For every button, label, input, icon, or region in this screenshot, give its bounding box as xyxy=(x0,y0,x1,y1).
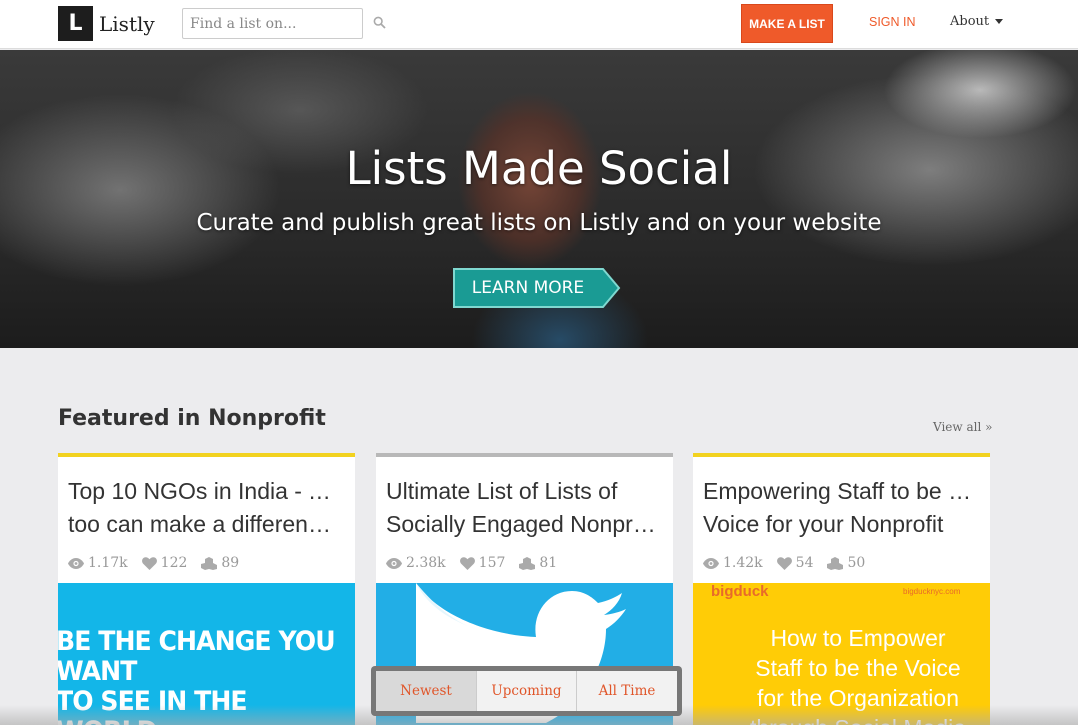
items-count: 89 xyxy=(221,555,240,571)
tab-all-time[interactable]: All Time xyxy=(577,671,677,711)
likes-count: 122 xyxy=(160,555,188,571)
views-count: 1.17k xyxy=(88,555,128,571)
hero-banner: Lists Made Social Curate and publish gre… xyxy=(0,50,1078,348)
search-input[interactable] xyxy=(182,8,363,39)
cubes-icon xyxy=(519,556,536,570)
bigduck-logo: bigduck xyxy=(711,583,769,600)
image-caption: How to Empower Staff to be the Voice for… xyxy=(743,623,973,725)
make-a-list-button[interactable]: MAKE A LIST xyxy=(741,4,833,43)
learn-more-button[interactable]: LEARN MORE xyxy=(453,268,621,308)
logo-mark: L xyxy=(58,6,93,41)
chevron-down-icon xyxy=(995,19,1004,24)
tab-newest[interactable]: Newest xyxy=(376,671,477,711)
hero-subtitle: Curate and publish great lists on Listly… xyxy=(196,210,882,236)
list-card[interactable]: Empowering Staff to be the Voice for you… xyxy=(693,453,990,725)
card-title-line: Top 10 NGOs in India - You xyxy=(68,478,338,504)
items-stat: 81 xyxy=(519,555,557,571)
image-caption-line: How to Empower xyxy=(770,625,946,651)
top-navbar: L Listly MAKE A LIST SIGN IN About xyxy=(0,0,1078,49)
search-icon[interactable] xyxy=(373,16,386,29)
sign-in-link[interactable]: SIGN IN xyxy=(869,15,916,29)
listly-logo[interactable]: L Listly xyxy=(58,6,155,41)
card-title-line: Empowering Staff to be the xyxy=(703,478,973,504)
views-stat: 1.17k xyxy=(68,555,128,571)
card-stats: 2.38k 157 81 xyxy=(386,555,571,571)
logo-text: Listly xyxy=(99,11,155,36)
image-caption-line: for the Organization xyxy=(756,685,959,711)
section-title: Featured in Nonprofit xyxy=(58,406,326,431)
hero-title: Lists Made Social xyxy=(345,142,733,195)
views-count: 2.38k xyxy=(406,555,446,571)
image-quote: BE THE CHANGE YOU WANT TO SEE IN THE WOR… xyxy=(58,627,344,725)
likes-stat: 122 xyxy=(141,555,188,571)
card-stats: 1.17k 122 89 xyxy=(68,555,253,571)
views-stat: 2.38k xyxy=(386,555,446,571)
items-count: 81 xyxy=(539,555,558,571)
learn-more-label: LEARN MORE xyxy=(471,278,585,298)
image-caption-line: through Social Media xyxy=(743,713,973,725)
views-stat: 1.42k xyxy=(703,555,763,571)
sort-tab-bar: Newest Upcoming All Time xyxy=(371,666,682,716)
heart-icon xyxy=(776,556,792,570)
card-title[interactable]: Top 10 NGOs in India - You too can make … xyxy=(68,475,348,545)
tab-upcoming[interactable]: Upcoming xyxy=(477,671,577,711)
card-title-line: Voice for your Nonprofit xyxy=(703,511,944,537)
image-quote-line: TO SEE IN THE WORLD xyxy=(58,686,248,725)
eye-icon xyxy=(68,557,84,569)
about-label: About xyxy=(950,14,990,29)
view-all-link[interactable]: View all » xyxy=(933,420,992,434)
eye-icon xyxy=(386,557,402,569)
likes-count: 157 xyxy=(478,555,506,571)
heart-icon xyxy=(459,556,475,570)
items-stat: 89 xyxy=(201,555,239,571)
card-title[interactable]: Empowering Staff to be the Voice for you… xyxy=(703,475,983,545)
views-count: 1.42k xyxy=(723,555,763,571)
bigduck-url: bigducknyc.com xyxy=(903,587,961,596)
card-title-line: too can make a difference. xyxy=(68,511,338,537)
image-caption-line: Staff to be the Voice xyxy=(755,655,961,681)
image-quote-line: BE THE CHANGE YOU WANT xyxy=(58,626,336,687)
likes-count: 54 xyxy=(795,555,814,571)
about-dropdown[interactable]: About xyxy=(950,14,1004,29)
list-card[interactable]: Top 10 NGOs in India - You too can make … xyxy=(58,453,355,725)
likes-stat: 54 xyxy=(776,555,814,571)
items-count: 50 xyxy=(847,555,866,571)
cubes-icon xyxy=(827,556,844,570)
card-image[interactable]: bigduck bigducknyc.com How to Empower St… xyxy=(693,583,990,725)
heart-icon xyxy=(141,556,157,570)
card-stats: 1.42k 54 50 xyxy=(703,555,879,571)
card-title[interactable]: Ultimate List of Lists of Socially Engag… xyxy=(386,475,666,545)
card-title-line: Ultimate List of Lists of xyxy=(386,478,618,504)
cubes-icon xyxy=(201,556,218,570)
card-image[interactable]: BE THE CHANGE YOU WANT TO SEE IN THE WOR… xyxy=(58,583,355,725)
card-title-line: Socially Engaged Nonprofit… xyxy=(386,511,656,537)
items-stat: 50 xyxy=(827,555,865,571)
likes-stat: 157 xyxy=(459,555,506,571)
eye-icon xyxy=(703,557,719,569)
